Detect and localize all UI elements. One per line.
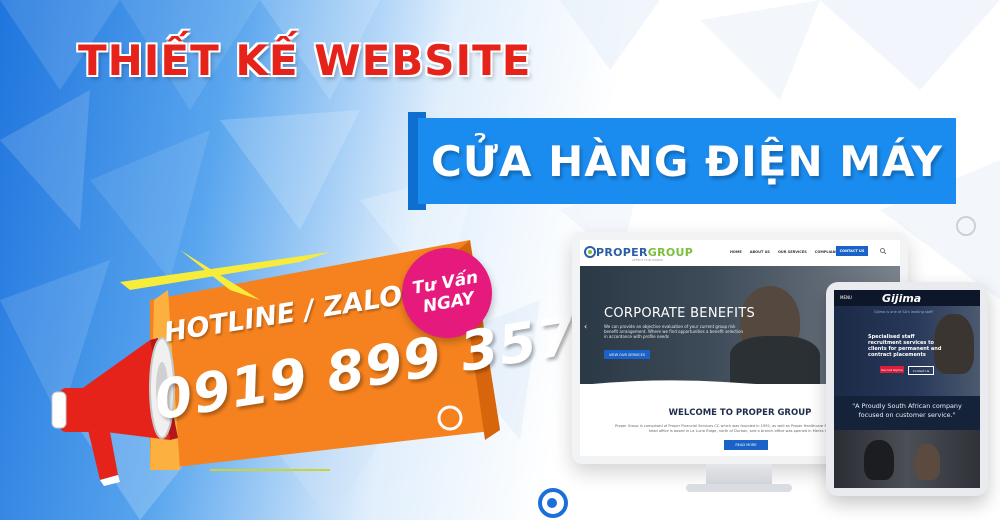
- tablet-button-1[interactable]: Recruit Gijima: [880, 366, 904, 373]
- read-more-button[interactable]: READ MORE: [724, 440, 768, 450]
- tablet-menu[interactable]: MENU: [840, 295, 852, 300]
- tablet-photo-person: [864, 440, 894, 480]
- chevron-left-icon[interactable]: ‹: [584, 322, 587, 331]
- site-nav: PROPERGROUP AFFECT HUB WORKS HOME ABOUT …: [580, 240, 900, 267]
- tablet-device: Specialised staff recruitment services t…: [826, 282, 988, 496]
- tablet-screen: Specialised staff recruitment services t…: [834, 290, 980, 488]
- logo-sub: AFFECT HUB WORKS: [632, 258, 664, 262]
- tablet-hero-text: Specialised staff recruitment services t…: [868, 334, 942, 358]
- logo-icon: [584, 246, 596, 258]
- monitor-base: [686, 484, 792, 492]
- tablet-photo: [834, 430, 980, 488]
- view-services-button[interactable]: VIEW OUR SERVICES: [604, 350, 650, 359]
- tablet-quote: "A Proudly South African company focused…: [852, 402, 962, 419]
- hero-text: We can provide an objective evaluation o…: [604, 324, 744, 339]
- tablet-logo[interactable]: Gijima: [882, 292, 921, 305]
- tablet-button-2[interactable]: Contact Us: [908, 366, 934, 375]
- nav-services[interactable]: OUR SERVICES: [778, 250, 807, 254]
- nav-about[interactable]: ABOUT US: [750, 250, 770, 254]
- contact-us-button[interactable]: CONTACT US: [836, 246, 868, 256]
- tablet-nav: MENU Gijima: [834, 290, 980, 306]
- nav-home[interactable]: HOME: [730, 250, 742, 254]
- search-icon[interactable]: [880, 248, 886, 254]
- tablet-photo-person-2: [914, 444, 940, 480]
- tablet-hero: Specialised staff recruitment services t…: [834, 306, 980, 396]
- monitor-stand: [706, 464, 772, 486]
- tablet-tagline: Gijima is one of SA's leading staff: [874, 310, 933, 314]
- hero-title: CORPORATE BENEFITS: [604, 306, 756, 321]
